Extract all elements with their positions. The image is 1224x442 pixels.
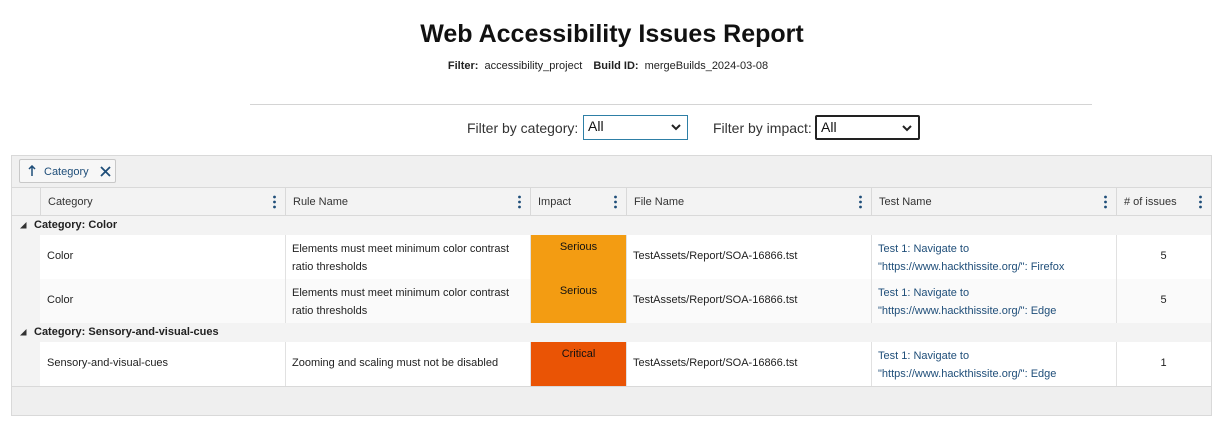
cell-impact-critical: Critical xyxy=(531,342,626,386)
column-title: Impact xyxy=(538,196,572,208)
cell-issues: 5 xyxy=(1116,235,1211,279)
column-title: Rule Name xyxy=(293,196,349,208)
cell-text: Elements must meet minimum color contras… xyxy=(292,287,510,317)
test-name-line: Test 1: Navigate to xyxy=(878,350,970,362)
impact-filter-select[interactable]: All xyxy=(815,115,920,140)
group-panel: Category xyxy=(12,156,1211,187)
cell-text: TestAssets/Report/SOA-16866.tst xyxy=(633,294,798,306)
report-subtitle: Filter: accessibility_project Build ID: me… xyxy=(0,60,1224,72)
issues-grid: Category Category Rule Name Impact File … xyxy=(11,155,1212,416)
group-label: Category: Sensory-and-visual-cues xyxy=(34,326,219,338)
column-title: Category xyxy=(48,196,93,208)
category-filter-label: Filter by category: xyxy=(467,120,579,136)
test-name-line: Test 1: Navigate to xyxy=(878,287,970,299)
filter-value: accessibility_project xyxy=(484,60,583,72)
cell-test[interactable]: Test 1: Navigate to "https://www.hackthis… xyxy=(871,342,1116,386)
cell-text: Test 1: Navigate to "https://www.hackthis… xyxy=(878,347,1108,383)
impact-badge: Critical xyxy=(561,348,596,360)
impact-badge: Serious xyxy=(559,285,598,297)
cell-rule: Elements must meet minimum color contras… xyxy=(285,235,530,279)
cell-text: Test 1: Navigate to "https://www.hackthis… xyxy=(878,284,1108,320)
column-header-impact[interactable]: Impact xyxy=(530,188,626,216)
column-title: File Name xyxy=(634,196,685,208)
column-title: # of issues xyxy=(1124,196,1177,208)
group-label: Category: Color xyxy=(34,219,118,231)
test-name-line: Test 1: Navigate to xyxy=(878,243,970,255)
cell-impact-serious: Serious xyxy=(531,279,626,323)
report-title: Web Accessibility Issues Report xyxy=(420,20,804,48)
filter-label: Filter: xyxy=(447,60,479,72)
cell-text: Color xyxy=(47,294,74,306)
group-header-sensory-and-visual-cues[interactable]: Category: Sensory-and-visual-cues xyxy=(12,323,1211,342)
cell-file: TestAssets/Report/SOA-16866.tst xyxy=(626,279,871,323)
cell-rule: Elements must meet minimum color contras… xyxy=(285,279,530,323)
chevron-down-icon xyxy=(671,124,681,131)
cell-file: TestAssets/Report/SOA-16866.tst xyxy=(626,342,871,386)
column-menu-icon[interactable] xyxy=(273,195,276,209)
cell-text: Zooming and scaling must not be disabled xyxy=(292,357,499,369)
cell-text: 1 xyxy=(1160,357,1167,369)
test-name-line: "https://www.hackthissite.org/": Edge xyxy=(878,305,1057,317)
column-title: Test Name xyxy=(879,196,932,208)
collapse-triangle-icon[interactable] xyxy=(20,222,27,229)
build-label: Build ID: xyxy=(593,60,639,72)
group-chip-category[interactable]: Category xyxy=(19,159,116,183)
cell-category: Color xyxy=(40,235,285,279)
close-icon[interactable] xyxy=(100,166,111,177)
cell-category: Color xyxy=(40,279,285,323)
cell-text: TestAssets/Report/SOA-16866.tst xyxy=(633,357,798,369)
group-indent-header xyxy=(12,188,40,216)
cell-category: Sensory-and-visual-cues xyxy=(40,342,285,386)
table-row[interactable]: Color Elements must meet minimum color c… xyxy=(40,279,1211,323)
group-indent xyxy=(12,216,40,386)
cell-text: 5 xyxy=(1160,294,1167,306)
cell-text: 5 xyxy=(1160,250,1167,262)
cell-issues: 1 xyxy=(1116,342,1211,386)
category-filter-value: All xyxy=(588,118,604,134)
column-menu-icon[interactable] xyxy=(859,195,862,209)
table-row[interactable]: Color Elements must meet minimum color c… xyxy=(40,235,1211,279)
grid-footer xyxy=(12,386,1211,415)
chevron-down-icon xyxy=(902,125,912,132)
column-header-test-name[interactable]: Test Name xyxy=(871,188,1116,216)
cell-test[interactable]: Test 1: Navigate to "https://www.hackthis… xyxy=(871,235,1116,279)
cell-test[interactable]: Test 1: Navigate to "https://www.hackthis… xyxy=(871,279,1116,323)
impact-badge: Serious xyxy=(559,241,598,253)
column-header-file-name[interactable]: File Name xyxy=(626,188,871,216)
impact-filter-value: All xyxy=(821,119,837,135)
cell-file: TestAssets/Report/SOA-16866.tst xyxy=(626,235,871,279)
table-row[interactable]: Sensory-and-visual-cues Zooming and scal… xyxy=(40,342,1211,386)
cell-rule: Zooming and scaling must not be disabled xyxy=(285,342,530,386)
column-menu-icon[interactable] xyxy=(1199,195,1202,209)
cell-impact-serious: Serious xyxy=(531,235,626,279)
column-header-row: Category Rule Name Impact File Name Test… xyxy=(12,187,1211,216)
cell-text: TestAssets/Report/SOA-16866.tst xyxy=(633,250,798,262)
column-header-rule-name[interactable]: Rule Name xyxy=(285,188,530,216)
test-name-line: "https://www.hackthissite.org/": Firefox xyxy=(878,261,1065,273)
cell-text: Test 1: Navigate to "https://www.hackthis… xyxy=(878,240,1108,276)
group-header-color[interactable]: Category: Color xyxy=(12,216,1211,235)
column-menu-icon[interactable] xyxy=(1104,195,1107,209)
column-menu-icon[interactable] xyxy=(614,195,617,209)
impact-filter-label: Filter by impact: xyxy=(713,120,812,136)
filter-bar: Filter by category: All Filter by impact… xyxy=(0,115,1224,140)
arrow-up-icon[interactable] xyxy=(27,165,37,177)
cell-text: Color xyxy=(47,250,74,262)
build-value: mergeBuilds_2024-03-08 xyxy=(644,60,769,72)
category-filter-select[interactable]: All xyxy=(583,115,688,140)
cell-issues: 5 xyxy=(1116,279,1211,323)
collapse-triangle-icon[interactable] xyxy=(20,329,27,336)
cell-text: Elements must meet minimum color contras… xyxy=(292,243,510,273)
column-header-category[interactable]: Category xyxy=(40,188,285,216)
test-name-line: "https://www.hackthissite.org/": Edge xyxy=(878,368,1057,380)
divider xyxy=(250,104,1092,105)
column-header-issues[interactable]: # of issues xyxy=(1116,188,1211,216)
group-chip-label: Category xyxy=(44,166,89,178)
cell-text: Sensory-and-visual-cues xyxy=(47,357,169,369)
column-menu-icon[interactable] xyxy=(518,195,521,209)
